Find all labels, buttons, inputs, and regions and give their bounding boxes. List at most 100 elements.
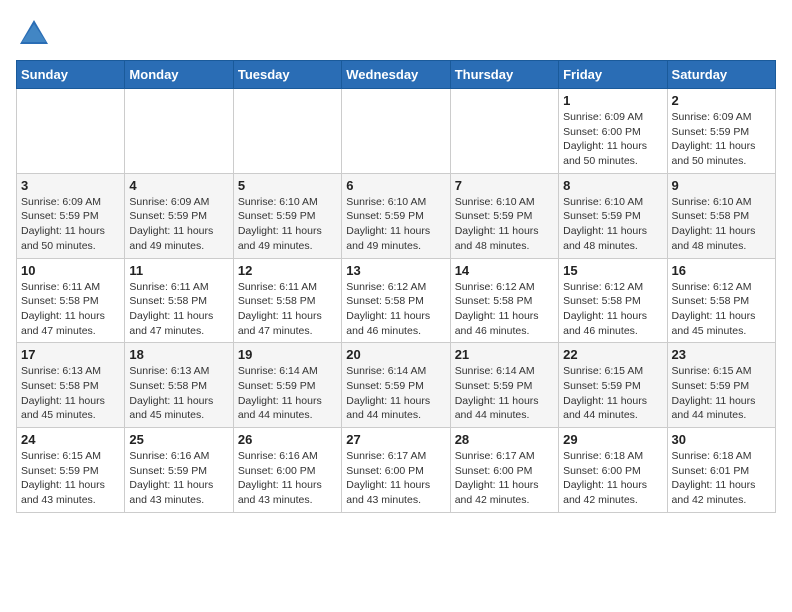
day-number: 15 <box>563 263 662 278</box>
day-number: 8 <box>563 178 662 193</box>
day-info: Sunrise: 6:13 AM Sunset: 5:58 PM Dayligh… <box>129 364 228 423</box>
day-info: Sunrise: 6:09 AM Sunset: 5:59 PM Dayligh… <box>672 110 771 169</box>
day-number: 6 <box>346 178 445 193</box>
day-number: 29 <box>563 432 662 447</box>
day-info: Sunrise: 6:09 AM Sunset: 5:59 PM Dayligh… <box>129 195 228 254</box>
day-info: Sunrise: 6:14 AM Sunset: 5:59 PM Dayligh… <box>238 364 337 423</box>
day-info: Sunrise: 6:18 AM Sunset: 6:00 PM Dayligh… <box>563 449 662 508</box>
day-number: 20 <box>346 347 445 362</box>
weekday-header-thursday: Thursday <box>450 61 558 89</box>
weekday-header-tuesday: Tuesday <box>233 61 341 89</box>
calendar-cell <box>233 89 341 174</box>
day-number: 19 <box>238 347 337 362</box>
day-number: 17 <box>21 347 120 362</box>
calendar-cell: 11 Sunrise: 6:11 AM Sunset: 5:58 PM Dayli… <box>125 258 233 343</box>
day-number: 1 <box>563 93 662 108</box>
day-info: Sunrise: 6:17 AM Sunset: 6:00 PM Dayligh… <box>455 449 554 508</box>
calendar-cell: 18 Sunrise: 6:13 AM Sunset: 5:58 PM Dayli… <box>125 343 233 428</box>
calendar-cell: 3 Sunrise: 6:09 AM Sunset: 5:59 PM Daylig… <box>17 173 125 258</box>
day-number: 25 <box>129 432 228 447</box>
day-info: Sunrise: 6:14 AM Sunset: 5:59 PM Dayligh… <box>455 364 554 423</box>
calendar-cell: 23 Sunrise: 6:15 AM Sunset: 5:59 PM Dayli… <box>667 343 775 428</box>
day-number: 2 <box>672 93 771 108</box>
calendar-cell: 21 Sunrise: 6:14 AM Sunset: 5:59 PM Dayli… <box>450 343 558 428</box>
day-number: 11 <box>129 263 228 278</box>
day-number: 24 <box>21 432 120 447</box>
day-info: Sunrise: 6:09 AM Sunset: 5:59 PM Dayligh… <box>21 195 120 254</box>
day-number: 5 <box>238 178 337 193</box>
page-header <box>16 16 776 52</box>
day-info: Sunrise: 6:10 AM Sunset: 5:59 PM Dayligh… <box>346 195 445 254</box>
day-number: 18 <box>129 347 228 362</box>
day-info: Sunrise: 6:10 AM Sunset: 5:58 PM Dayligh… <box>672 195 771 254</box>
calendar-cell: 22 Sunrise: 6:15 AM Sunset: 5:59 PM Dayli… <box>559 343 667 428</box>
day-info: Sunrise: 6:09 AM Sunset: 6:00 PM Dayligh… <box>563 110 662 169</box>
day-info: Sunrise: 6:16 AM Sunset: 6:00 PM Dayligh… <box>238 449 337 508</box>
day-info: Sunrise: 6:12 AM Sunset: 5:58 PM Dayligh… <box>346 280 445 339</box>
logo-icon <box>16 16 52 52</box>
day-info: Sunrise: 6:14 AM Sunset: 5:59 PM Dayligh… <box>346 364 445 423</box>
calendar-cell: 15 Sunrise: 6:12 AM Sunset: 5:58 PM Dayli… <box>559 258 667 343</box>
day-info: Sunrise: 6:15 AM Sunset: 5:59 PM Dayligh… <box>672 364 771 423</box>
day-number: 3 <box>21 178 120 193</box>
weekday-header-friday: Friday <box>559 61 667 89</box>
calendar-cell: 9 Sunrise: 6:10 AM Sunset: 5:58 PM Daylig… <box>667 173 775 258</box>
calendar-cell: 24 Sunrise: 6:15 AM Sunset: 5:59 PM Dayli… <box>17 428 125 513</box>
day-number: 21 <box>455 347 554 362</box>
day-number: 23 <box>672 347 771 362</box>
day-info: Sunrise: 6:12 AM Sunset: 5:58 PM Dayligh… <box>563 280 662 339</box>
calendar-cell: 28 Sunrise: 6:17 AM Sunset: 6:00 PM Dayli… <box>450 428 558 513</box>
calendar-cell: 17 Sunrise: 6:13 AM Sunset: 5:58 PM Dayli… <box>17 343 125 428</box>
calendar-cell: 5 Sunrise: 6:10 AM Sunset: 5:59 PM Daylig… <box>233 173 341 258</box>
day-info: Sunrise: 6:11 AM Sunset: 5:58 PM Dayligh… <box>238 280 337 339</box>
day-info: Sunrise: 6:18 AM Sunset: 6:01 PM Dayligh… <box>672 449 771 508</box>
calendar-cell <box>450 89 558 174</box>
calendar-cell: 7 Sunrise: 6:10 AM Sunset: 5:59 PM Daylig… <box>450 173 558 258</box>
day-number: 22 <box>563 347 662 362</box>
day-number: 9 <box>672 178 771 193</box>
calendar-cell: 8 Sunrise: 6:10 AM Sunset: 5:59 PM Daylig… <box>559 173 667 258</box>
day-info: Sunrise: 6:10 AM Sunset: 5:59 PM Dayligh… <box>238 195 337 254</box>
weekday-header-sunday: Sunday <box>17 61 125 89</box>
day-number: 13 <box>346 263 445 278</box>
day-number: 14 <box>455 263 554 278</box>
day-number: 27 <box>346 432 445 447</box>
calendar-cell: 4Sunrise: 6:09 AM Sunset: 5:59 PM Daylig… <box>125 173 233 258</box>
day-info: Sunrise: 6:17 AM Sunset: 6:00 PM Dayligh… <box>346 449 445 508</box>
calendar-cell: 16 Sunrise: 6:12 AM Sunset: 5:58 PM Dayli… <box>667 258 775 343</box>
day-number: 26 <box>238 432 337 447</box>
calendar-cell: 13 Sunrise: 6:12 AM Sunset: 5:58 PM Dayli… <box>342 258 450 343</box>
day-info: Sunrise: 6:11 AM Sunset: 5:58 PM Dayligh… <box>129 280 228 339</box>
calendar-cell <box>17 89 125 174</box>
weekday-header-saturday: Saturday <box>667 61 775 89</box>
day-number: 28 <box>455 432 554 447</box>
calendar-cell: 20 Sunrise: 6:14 AM Sunset: 5:59 PM Dayli… <box>342 343 450 428</box>
calendar-cell <box>125 89 233 174</box>
day-info: Sunrise: 6:16 AM Sunset: 5:59 PM Dayligh… <box>129 449 228 508</box>
day-number: 7 <box>455 178 554 193</box>
day-number: 16 <box>672 263 771 278</box>
calendar-cell: 1 Sunrise: 6:09 AM Sunset: 6:00 PM Daylig… <box>559 89 667 174</box>
calendar-cell: 25 Sunrise: 6:16 AM Sunset: 5:59 PM Dayli… <box>125 428 233 513</box>
day-info: Sunrise: 6:10 AM Sunset: 5:59 PM Dayligh… <box>455 195 554 254</box>
calendar-cell: 6 Sunrise: 6:10 AM Sunset: 5:59 PM Daylig… <box>342 173 450 258</box>
calendar-cell: 26 Sunrise: 6:16 AM Sunset: 6:00 PM Dayli… <box>233 428 341 513</box>
day-info: Sunrise: 6:15 AM Sunset: 5:59 PM Dayligh… <box>21 449 120 508</box>
calendar-cell <box>342 89 450 174</box>
calendar-table: SundayMondayTuesdayWednesdayThursdayFrid… <box>16 60 776 513</box>
calendar-cell: 19 Sunrise: 6:14 AM Sunset: 5:59 PM Dayli… <box>233 343 341 428</box>
weekday-header-monday: Monday <box>125 61 233 89</box>
calendar-cell: 10 Sunrise: 6:11 AM Sunset: 5:58 PM Dayli… <box>17 258 125 343</box>
day-info: Sunrise: 6:10 AM Sunset: 5:59 PM Dayligh… <box>563 195 662 254</box>
calendar-cell: 12 Sunrise: 6:11 AM Sunset: 5:58 PM Dayli… <box>233 258 341 343</box>
day-info: Sunrise: 6:12 AM Sunset: 5:58 PM Dayligh… <box>455 280 554 339</box>
day-number: 12 <box>238 263 337 278</box>
day-info: Sunrise: 6:12 AM Sunset: 5:58 PM Dayligh… <box>672 280 771 339</box>
day-info: Sunrise: 6:15 AM Sunset: 5:59 PM Dayligh… <box>563 364 662 423</box>
day-number: 30 <box>672 432 771 447</box>
day-info: Sunrise: 6:11 AM Sunset: 5:58 PM Dayligh… <box>21 280 120 339</box>
calendar-cell: 27 Sunrise: 6:17 AM Sunset: 6:00 PM Dayli… <box>342 428 450 513</box>
weekday-header-wednesday: Wednesday <box>342 61 450 89</box>
day-info: Sunrise: 6:13 AM Sunset: 5:58 PM Dayligh… <box>21 364 120 423</box>
day-number: 10 <box>21 263 120 278</box>
